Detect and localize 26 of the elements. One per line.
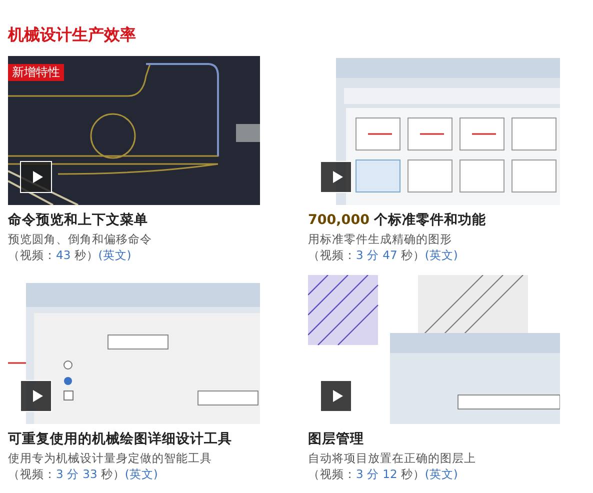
- play-icon: [332, 171, 342, 183]
- section-heading: 机械设计生产效率: [8, 24, 137, 46]
- video-title[interactable]: 图层管理: [308, 430, 560, 448]
- language-link[interactable]: (英文): [124, 467, 158, 481]
- play-icon: [332, 390, 342, 402]
- video-title[interactable]: 命令预览和上下文菜单: [8, 211, 260, 229]
- video-description: 使用专为机械设计量身定做的智能工具: [8, 450, 213, 466]
- video-title[interactable]: 可重复使用的机械绘图详细设计工具: [8, 430, 260, 448]
- language-link[interactable]: (英文): [424, 248, 458, 262]
- play-button[interactable]: [320, 380, 352, 412]
- video-duration: （视频：43 秒）: [8, 248, 98, 262]
- video-description: 预览圆角、倒角和偏移命令: [8, 231, 153, 247]
- play-icon: [32, 390, 42, 402]
- play-icon: [32, 171, 42, 183]
- play-button[interactable]: [20, 380, 52, 412]
- language-link[interactable]: (英文): [98, 248, 132, 262]
- video-duration: （视频：3 分 47 秒）: [308, 248, 425, 262]
- video-duration: （视频：3 分 33 秒）: [8, 467, 125, 481]
- play-button[interactable]: [20, 161, 52, 193]
- video-description: 用标准零件生成精确的图形: [308, 231, 453, 247]
- video-duration: （视频：3 分 12 秒）: [308, 467, 425, 481]
- video-description: 自动将项目放置在正确的图层上: [308, 450, 477, 466]
- language-link[interactable]: (英文): [424, 467, 458, 481]
- new-feature-badge: 新增特性: [8, 64, 64, 81]
- video-title[interactable]: 700,000 个标准零件和功能: [308, 211, 560, 229]
- play-button[interactable]: [320, 161, 352, 193]
